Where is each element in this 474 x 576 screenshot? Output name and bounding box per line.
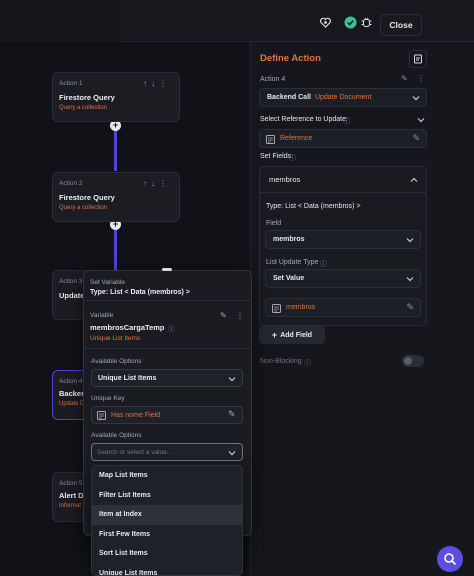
action-type: Backend Call bbox=[267, 94, 311, 101]
non-blocking-toggle[interactable] bbox=[402, 355, 424, 367]
field-card-header: membros bbox=[269, 175, 301, 184]
dropdown-item[interactable]: Map List Items bbox=[92, 466, 242, 486]
popover-header: Set Variable Type: List < Data (membros)… bbox=[84, 271, 251, 301]
field-type-text: Type: List < Data (membros) > bbox=[266, 203, 361, 210]
node-label: Action 5 bbox=[59, 480, 83, 487]
dropdown-item[interactable]: Unique List Items bbox=[92, 564, 242, 576]
node-label: Action 1 bbox=[59, 80, 83, 87]
field-card: membros Type: List < Data (membros) > Fi… bbox=[259, 166, 427, 326]
info-icon: ⓘ bbox=[168, 326, 175, 333]
notes-icon[interactable] bbox=[409, 50, 427, 68]
node-title: Firestore Query bbox=[59, 93, 115, 102]
available-options-label: Available Options bbox=[91, 358, 142, 365]
dropdown-item[interactable]: Sort List Items bbox=[92, 544, 242, 564]
value-field[interactable]: membros ✎ bbox=[265, 298, 421, 317]
field-value: membros bbox=[273, 236, 305, 243]
node-tools[interactable]: ↑↓⋮ bbox=[143, 79, 171, 88]
more-options-icon[interactable]: ⋮ bbox=[417, 74, 425, 83]
node-title: Firestore Query bbox=[59, 193, 115, 202]
chevron-down-icon bbox=[406, 277, 414, 282]
variable-icon bbox=[266, 135, 275, 144]
search-input[interactable] bbox=[97, 447, 217, 458]
set-fields-label: Set Fields bbox=[260, 153, 292, 160]
variable-type-text: Type: List < Data (membros) > bbox=[90, 289, 190, 296]
info-icon: ⓘ bbox=[343, 118, 350, 125]
check-circle-icon[interactable] bbox=[343, 15, 357, 29]
node-tools[interactable]: ↑↓⋮ bbox=[143, 179, 171, 188]
info-icon: ⓘ bbox=[289, 155, 296, 162]
define-action-panel: Define Action Action 4 ✎ ⋮ Backend Call U… bbox=[250, 42, 474, 576]
reference-field[interactable]: Reference ✎ bbox=[259, 129, 427, 148]
variable-icon bbox=[272, 304, 281, 313]
edit-icon[interactable]: ✎ bbox=[228, 409, 236, 420]
options-dropdown: Map List Items Filter List Items Item at… bbox=[91, 465, 243, 576]
action-type-select[interactable]: Backend Call Update Document bbox=[259, 88, 427, 107]
search-fab-button[interactable] bbox=[437, 546, 463, 572]
node-title: Update bbox=[59, 291, 85, 300]
add-field-label: Add Field bbox=[280, 331, 313, 339]
set-variable-label: Set Variable bbox=[90, 279, 125, 286]
available-options-select[interactable]: Unique List Items bbox=[91, 369, 243, 387]
node-subtitle: Query a collection bbox=[59, 205, 108, 211]
dropdown-item[interactable]: First Few Items bbox=[92, 525, 242, 545]
update-type-label: List Update Type bbox=[266, 259, 319, 266]
variable-name: membrosCargaTemp bbox=[90, 323, 165, 332]
search-icon bbox=[444, 553, 457, 566]
update-type-value: Set Value bbox=[273, 275, 305, 282]
chevron-down-icon[interactable] bbox=[417, 116, 425, 124]
update-type-select[interactable]: Set Value bbox=[265, 269, 421, 288]
action-label: Action 4 bbox=[260, 76, 286, 83]
action-node-2[interactable]: Action 2 ↑↓⋮ Firestore Query Query a col… bbox=[52, 172, 180, 222]
dropdown-item[interactable]: Filter List Items bbox=[92, 486, 242, 506]
available-options-value: Unique List Items bbox=[98, 375, 157, 382]
bug-heart-icon[interactable] bbox=[318, 15, 332, 29]
chevron-up-icon[interactable] bbox=[410, 176, 418, 184]
info-icon: ⓘ bbox=[320, 261, 327, 268]
node-subtitle: Update D bbox=[59, 401, 85, 407]
field-select[interactable]: membros bbox=[265, 230, 421, 249]
chevron-down-icon bbox=[228, 377, 236, 382]
top-bar: Close bbox=[0, 0, 474, 42]
node-subtitle: Query a collection bbox=[59, 105, 108, 111]
close-button[interactable]: Close bbox=[380, 14, 422, 36]
edit-icon[interactable]: ✎ bbox=[401, 74, 408, 83]
node-label: Action 3 bbox=[59, 278, 83, 285]
variable-icon bbox=[97, 411, 106, 420]
value-chip: membros bbox=[286, 304, 316, 311]
reference-value: Reference bbox=[280, 135, 313, 142]
edit-icon[interactable]: ✎ bbox=[412, 133, 420, 144]
unique-key-value: Has nome Field bbox=[111, 412, 161, 419]
node-subtitle: Informat bbox=[59, 503, 82, 509]
unique-key-field[interactable]: Has nome Field ✎ bbox=[91, 406, 243, 424]
dropdown-item-highlighted[interactable]: Item at Index bbox=[92, 505, 242, 525]
more-options-icon[interactable]: ⋮ bbox=[236, 311, 244, 320]
chevron-down-icon bbox=[228, 451, 236, 456]
chevron-down-icon bbox=[406, 238, 414, 243]
action-subtype: Update Document bbox=[314, 94, 372, 101]
variable-section[interactable]: Variable membrosCargaTemp ⓘ Unique List … bbox=[84, 301, 251, 349]
info-icon: ⓘ bbox=[304, 360, 311, 367]
node-title: Alert D bbox=[59, 491, 84, 500]
available-options-label-2: Available Options bbox=[91, 432, 142, 439]
variable-label: Variable bbox=[90, 312, 114, 319]
edit-icon[interactable]: ✎ bbox=[406, 302, 414, 313]
debug-icon[interactable] bbox=[359, 15, 373, 29]
ref-label: Select Reference to Update bbox=[260, 116, 346, 123]
non-blocking-label: Non-Blocking bbox=[260, 358, 302, 365]
unique-key-label: Unique Key bbox=[91, 395, 125, 402]
node-label: Action 2 bbox=[59, 180, 83, 187]
action-node-1[interactable]: Action 1 ↑↓⋮ Firestore Query Query a col… bbox=[52, 72, 180, 122]
panel-title: Define Action bbox=[260, 53, 321, 64]
top-bar-left bbox=[0, 0, 120, 42]
chevron-down-icon bbox=[412, 96, 420, 101]
add-field-button[interactable]: + Add Field bbox=[259, 326, 325, 344]
edit-icon[interactable]: ✎ bbox=[220, 311, 227, 320]
value-search-select[interactable] bbox=[91, 443, 243, 461]
variable-sub: Unique List Items bbox=[90, 335, 141, 342]
node-label: Action 4 bbox=[59, 378, 83, 385]
field-label: Field bbox=[266, 220, 282, 227]
